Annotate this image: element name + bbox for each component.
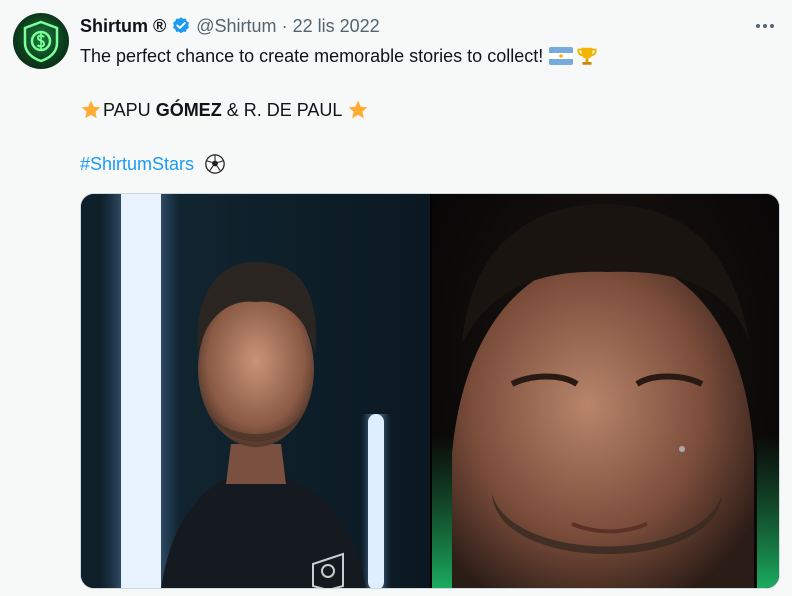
trophy-icon [576,45,598,67]
star-icon [347,99,369,121]
photo-de-paul[interactable] [432,194,779,588]
tweet-text: The perfect chance to create memorable s… [80,46,544,66]
argentina-flag-icon [549,47,574,65]
media-grid [80,193,780,589]
tweet-header: Shirtum ® @Shirtum · 22 lis 2022 [80,14,380,38]
tweet-date[interactable]: 22 lis 2022 [293,16,380,37]
player-second-name: & R. DE PAUL [221,100,347,120]
author-handle[interactable]: @Shirtum [196,16,276,37]
tweet[interactable]: Shirtum ® @Shirtum · 22 lis 2022 The per… [0,0,792,596]
star-icon [80,99,102,121]
more-options-icon[interactable] [752,14,778,38]
photo-papu-gomez[interactable] [81,194,430,588]
verified-badge-icon [171,16,191,36]
player-surname-bold: GÓMEZ [155,100,222,120]
hashtag-link[interactable]: #ShirtumStars [80,152,194,176]
tweet-text-line-2: PAPU GÓMEZ & R. DE PAUL [80,98,369,122]
avatar[interactable] [13,13,69,69]
tweet-text-line-1: The perfect chance to create memorable s… [80,44,598,68]
player-first-name: PAPU [103,100,156,120]
tweet-text-line-3: #ShirtumStars [80,152,226,176]
author-name[interactable]: Shirtum ® [80,16,166,37]
soccer-ball-icon [204,153,226,175]
separator-dot: · [281,15,288,36]
